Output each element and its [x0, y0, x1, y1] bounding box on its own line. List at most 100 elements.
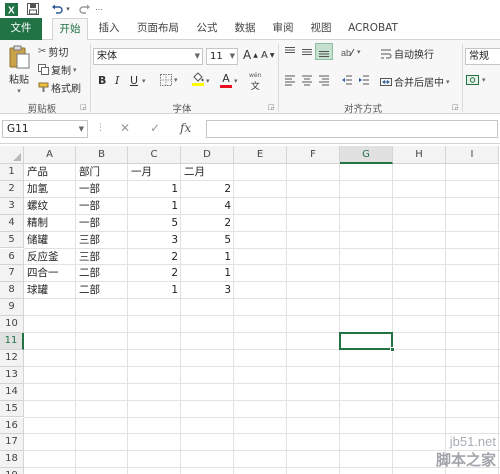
- shrink-font-button[interactable]: A ▼: [261, 50, 274, 61]
- row-header-4[interactable]: 4: [0, 214, 24, 232]
- tab-review[interactable]: 审阅: [268, 18, 298, 40]
- row-header-12[interactable]: 12: [0, 349, 24, 367]
- fill-handle[interactable]: [390, 346, 395, 352]
- tab-formulas[interactable]: 公式: [192, 18, 222, 40]
- fill-color-button[interactable]: [192, 72, 204, 86]
- cell-d7[interactable]: 1: [181, 265, 234, 282]
- cell-a1[interactable]: 产品: [24, 164, 76, 181]
- copy-button[interactable]: 复制 ▾: [38, 62, 77, 77]
- cell-b6[interactable]: 三部: [76, 249, 128, 266]
- tab-page-layout[interactable]: 页面布局: [132, 18, 184, 40]
- redo-icon[interactable]: [78, 2, 92, 16]
- clipboard-launcher-icon[interactable]: ◲: [80, 103, 88, 111]
- orientation-button[interactable]: ab ▾: [341, 46, 361, 58]
- cell-d6[interactable]: 1: [181, 249, 234, 266]
- alignment-launcher-icon[interactable]: ◲: [452, 103, 460, 111]
- row-header-15[interactable]: 15: [0, 400, 24, 418]
- cell-b7[interactable]: 二部: [76, 265, 128, 282]
- row-header-19[interactable]: 19: [0, 468, 24, 474]
- undo-dropdown-icon[interactable]: ▾: [65, 2, 71, 16]
- row-header-2[interactable]: 2: [0, 180, 24, 198]
- font-size-select[interactable]: 11 ▼: [206, 48, 238, 65]
- merge-center-button[interactable]: 合并后居中 ▾: [380, 74, 450, 89]
- cell-a6[interactable]: 反应釜: [24, 249, 76, 266]
- column-header-d[interactable]: D: [181, 146, 234, 164]
- wrap-text-button[interactable]: 自动换行: [380, 46, 434, 61]
- format-painter-button[interactable]: 格式刷: [38, 80, 81, 95]
- cell-b4[interactable]: 一部: [76, 215, 128, 232]
- cell-c3[interactable]: 1: [128, 198, 181, 215]
- cut-button[interactable]: ✂ 剪切: [38, 44, 68, 59]
- save-icon[interactable]: [26, 2, 40, 16]
- italic-button[interactable]: I: [115, 74, 119, 87]
- cell-a4[interactable]: 精制: [24, 215, 76, 232]
- fill-color-dropdown-icon[interactable]: ▾: [206, 77, 210, 85]
- borders-button[interactable]: ▾: [160, 74, 178, 86]
- cell-a7[interactable]: 四合一: [24, 265, 76, 282]
- phonetic-guide-button[interactable]: wén 文: [249, 72, 261, 92]
- bold-button[interactable]: B: [98, 74, 106, 87]
- cell-b3[interactable]: 一部: [76, 198, 128, 215]
- column-header-h[interactable]: H: [393, 146, 446, 164]
- font-launcher-icon[interactable]: ◲: [268, 103, 276, 111]
- row-header-6[interactable]: 6: [0, 248, 24, 266]
- align-center-button[interactable]: [301, 74, 313, 86]
- row-header-17[interactable]: 17: [0, 434, 24, 452]
- cell-c2[interactable]: 1: [128, 181, 181, 198]
- row-header-11[interactable]: 11: [0, 333, 24, 350]
- row-header-7[interactable]: 7: [0, 265, 24, 283]
- row-header-8[interactable]: 8: [0, 282, 24, 300]
- tab-insert[interactable]: 插入: [94, 18, 124, 40]
- number-format-select[interactable]: 常规: [465, 48, 500, 65]
- increase-indent-button[interactable]: [358, 74, 370, 86]
- decrease-indent-button[interactable]: [341, 74, 353, 86]
- tab-home[interactable]: 开始: [52, 18, 88, 41]
- cell-c5[interactable]: 3: [128, 232, 181, 249]
- row-header-18[interactable]: 18: [0, 451, 24, 469]
- worksheet-grid[interactable]: ABCDEFGHI12345678910111213141516171819产品…: [0, 146, 500, 474]
- cancel-icon[interactable]: ✕: [120, 121, 130, 135]
- insert-function-icon[interactable]: fx: [180, 121, 191, 135]
- column-header-a[interactable]: A: [24, 146, 76, 164]
- active-cell-selection[interactable]: [339, 332, 393, 350]
- column-header-g[interactable]: G: [340, 146, 393, 164]
- cell-b1[interactable]: 部门: [76, 164, 128, 181]
- align-right-button[interactable]: [318, 74, 330, 86]
- align-bottom-button[interactable]: [315, 43, 333, 60]
- cell-d2[interactable]: 2: [181, 181, 234, 198]
- row-header-3[interactable]: 3: [0, 197, 24, 215]
- paste-button[interactable]: 粘贴 ▾: [6, 44, 32, 96]
- cell-c1[interactable]: 一月: [128, 164, 181, 181]
- cell-d8[interactable]: 3: [181, 282, 234, 299]
- tab-file[interactable]: 文件: [0, 18, 42, 40]
- cell-d3[interactable]: 4: [181, 198, 234, 215]
- cell-b2[interactable]: 一部: [76, 181, 128, 198]
- column-header-f[interactable]: F: [287, 146, 340, 164]
- cell-b8[interactable]: 二部: [76, 282, 128, 299]
- column-header-b[interactable]: B: [76, 146, 128, 164]
- align-top-button[interactable]: [284, 46, 296, 58]
- cell-a2[interactable]: 加氢: [24, 181, 76, 198]
- row-header-9[interactable]: 9: [0, 299, 24, 317]
- underline-button[interactable]: U: [130, 74, 138, 87]
- enter-icon[interactable]: ✓: [150, 121, 160, 135]
- cell-d1[interactable]: 二月: [181, 164, 234, 181]
- cell-c6[interactable]: 2: [128, 249, 181, 266]
- cell-a5[interactable]: 储罐: [24, 232, 76, 249]
- row-header-10[interactable]: 10: [0, 316, 24, 333]
- row-header-16[interactable]: 16: [0, 417, 24, 435]
- underline-dropdown-icon[interactable]: ▾: [142, 77, 146, 85]
- cell-a8[interactable]: 球罐: [24, 282, 76, 299]
- cell-c4[interactable]: 5: [128, 215, 181, 232]
- column-header-e[interactable]: E: [234, 146, 287, 164]
- row-header-1[interactable]: 1: [0, 164, 24, 181]
- tab-data[interactable]: 数据: [230, 18, 260, 40]
- column-header-i[interactable]: I: [446, 146, 499, 164]
- cell-b5[interactable]: 三部: [76, 232, 128, 249]
- cell-d5[interactable]: 5: [181, 232, 234, 249]
- cell-c7[interactable]: 2: [128, 265, 181, 282]
- font-name-select[interactable]: 宋体 ▼: [93, 48, 203, 65]
- cell-d4[interactable]: 2: [181, 215, 234, 232]
- align-middle-button[interactable]: [301, 46, 313, 58]
- formula-bar-grip-icon[interactable]: ⋮: [96, 123, 105, 133]
